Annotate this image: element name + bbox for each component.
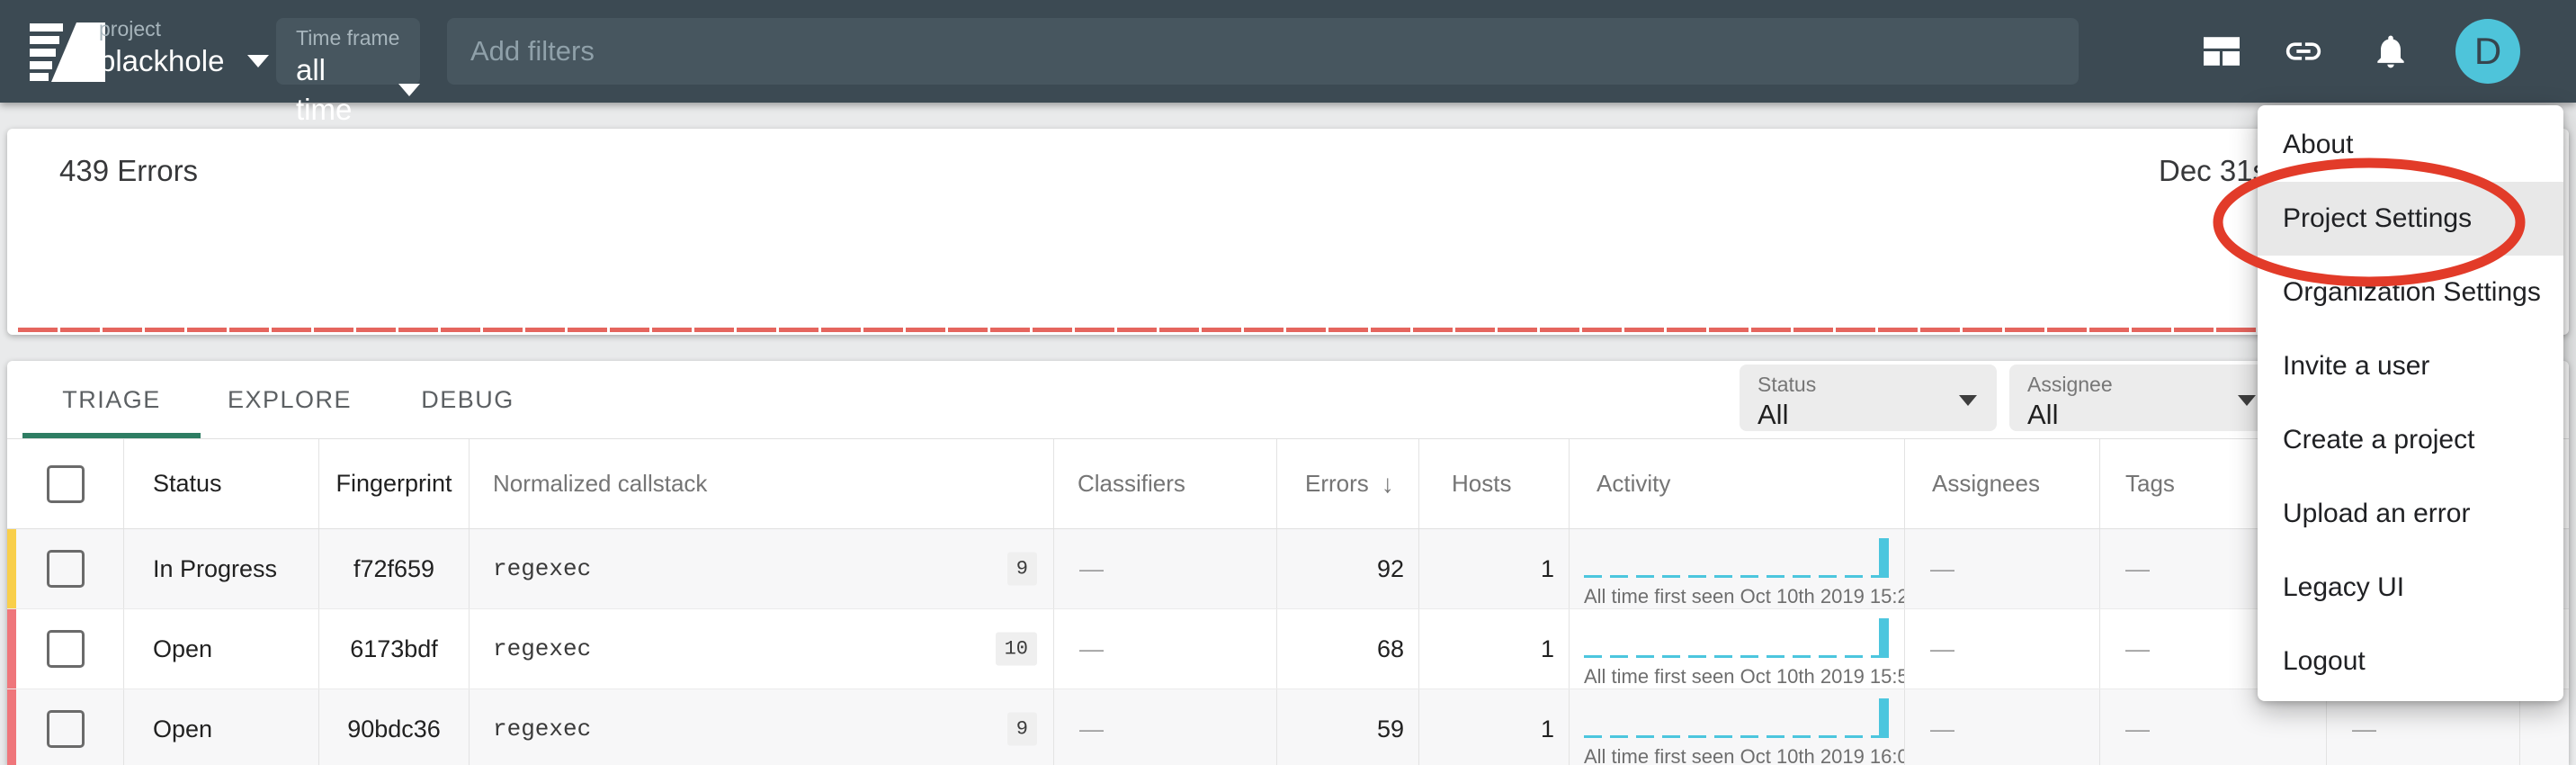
first-seen-caption: All time first seen Oct 10th 2019 16:08	[1584, 745, 1904, 765]
callstack-cell[interactable]: regexec 9	[469, 689, 1053, 765]
activity-spike-bar	[1879, 618, 1889, 658]
chevron-down-icon	[1959, 395, 1977, 406]
classifiers-cell: —	[1053, 609, 1276, 688]
col-header-fingerprint[interactable]: Fingerprint	[318, 439, 469, 528]
assignees-cell: —	[1904, 609, 2099, 688]
status-cell: Open	[123, 609, 318, 688]
status-cell: Open	[123, 689, 318, 765]
activity-sparkline	[1584, 735, 1881, 738]
row-checkbox[interactable]	[47, 550, 85, 588]
chevron-down-icon	[398, 84, 420, 96]
activity-spike-bar	[1879, 698, 1889, 738]
tab-explore[interactable]: EXPLORE	[201, 361, 379, 438]
col-header-errors[interactable]: Errors ↓	[1276, 439, 1418, 528]
col-header-status[interactable]: Status	[123, 439, 318, 528]
backtrace-logo-icon	[30, 22, 105, 82]
menu-item-organization-settings[interactable]: Organization Settings	[2258, 256, 2563, 329]
tab-triage[interactable]: TRIAGE	[22, 361, 201, 438]
callstack-cell[interactable]: regexec 9	[469, 529, 1053, 608]
fingerprint-cell[interactable]: f72f659	[318, 529, 469, 608]
user-avatar[interactable]: D	[2455, 19, 2520, 84]
menu-item-upload-an-error[interactable]: Upload an error	[2258, 477, 2563, 551]
errors-count: 439 Errors	[59, 154, 198, 188]
chevron-down-icon	[247, 55, 269, 68]
callstack-cell[interactable]: regexec 10	[469, 609, 1053, 688]
link-icon[interactable]	[2283, 31, 2324, 72]
project-selector[interactable]: project blackhole	[99, 16, 269, 81]
fingerprint-cell[interactable]: 6173bdf	[318, 609, 469, 688]
row-checkbox[interactable]	[47, 710, 85, 748]
col-header-assignees[interactable]: Assignees	[1904, 439, 2099, 528]
add-filters-placeholder: Add filters	[470, 35, 595, 68]
status-filter-label: Status	[1758, 372, 1997, 397]
avatar-initial: D	[2474, 30, 2501, 73]
sort-desc-icon: ↓	[1382, 470, 1394, 499]
menu-item-invite-a-user[interactable]: Invite a user	[2258, 329, 2563, 403]
assignee-filter-label: Assignee	[2027, 372, 2276, 397]
select-all-cell	[7, 439, 123, 528]
status-cell: In Progress	[123, 529, 318, 608]
timeframe-selector[interactable]: Time frame all time	[276, 18, 420, 85]
menu-item-about[interactable]: About	[2258, 108, 2563, 182]
errors-cell: 68	[1276, 609, 1418, 688]
row-checkbox[interactable]	[47, 630, 85, 668]
frame-count-badge: 9	[1007, 553, 1037, 586]
assignee-filter-dropdown[interactable]: Assignee All	[2009, 364, 2276, 431]
col-header-activity[interactable]: Activity	[1569, 439, 1904, 528]
menu-item-logout[interactable]: Logout	[2258, 625, 2563, 698]
hosts-cell: 1	[1418, 689, 1569, 765]
assignees-cell: —	[1904, 689, 2099, 765]
select-all-checkbox[interactable]	[47, 465, 85, 503]
activity-sparkline	[1584, 575, 1881, 578]
errors-summary-card: 439 Errors Dec 31st	[7, 129, 2569, 335]
timeframe-label: Time frame	[296, 25, 420, 50]
first-seen-caption: All time first seen Oct 10th 2019 15:22	[1584, 585, 1904, 608]
timeframe-value: all time	[296, 50, 375, 130]
activity-cell: All time first seen Oct 10th 2019 16:08	[1569, 689, 1904, 765]
table-row[interactable]: Open 90bdc36 regexec 9 — 59 1 All time f…	[7, 689, 2569, 765]
frame-count-badge: 9	[1007, 713, 1037, 746]
dashboard-icon[interactable]	[2204, 37, 2240, 66]
notifications-icon[interactable]	[2371, 32, 2411, 71]
status-color-strip	[7, 609, 16, 688]
col-header-classifiers[interactable]: Classifiers	[1053, 439, 1276, 528]
menu-item-legacy-ui[interactable]: Legacy UI	[2258, 551, 2563, 625]
activity-cell: All time first seen Oct 10th 2019 15:55	[1569, 609, 1904, 688]
add-filters-input[interactable]: Add filters	[447, 18, 2079, 85]
classifiers-cell: —	[1053, 529, 1276, 608]
table-row[interactable]: In Progress f72f659 regexec 9 — 92 1 All…	[7, 529, 2569, 609]
table-header-row: Status Fingerprint Normalized callstack …	[7, 439, 2569, 529]
status-color-strip	[7, 529, 16, 608]
classifiers-cell: —	[1053, 689, 1276, 765]
activity-spike-bar	[1879, 538, 1889, 578]
col-header-hosts[interactable]: Hosts	[1418, 439, 1569, 528]
tab-debug[interactable]: DEBUG	[379, 361, 557, 438]
hosts-cell: 1	[1418, 529, 1569, 608]
tab-bar: TRIAGE EXPLORE DEBUG Status All Assignee…	[7, 361, 2569, 439]
assignees-cell: —	[1904, 529, 2099, 608]
project-value: blackhole	[99, 41, 224, 81]
project-label: project	[99, 16, 269, 41]
triage-card: TRIAGE EXPLORE DEBUG Status All Assignee…	[7, 361, 2569, 765]
fingerprint-cell[interactable]: 90bdc36	[318, 689, 469, 765]
activity-cell: All time first seen Oct 10th 2019 15:22	[1569, 529, 1904, 608]
status-filter-dropdown[interactable]: Status All	[1740, 364, 1997, 431]
chevron-down-icon	[2238, 395, 2256, 406]
activity-sparkline	[1584, 655, 1881, 658]
status-color-strip	[7, 689, 16, 765]
errors-histogram[interactable]	[18, 328, 2558, 332]
frame-count-badge: 10	[996, 633, 1037, 666]
table-row[interactable]: Open 6173bdf regexec 10 — 68 1 All time …	[7, 609, 2569, 689]
errors-cell: 92	[1276, 529, 1418, 608]
col-header-callstack[interactable]: Normalized callstack	[469, 439, 1053, 528]
hosts-cell: 1	[1418, 609, 1569, 688]
menu-item-project-settings[interactable]: Project Settings	[2258, 182, 2563, 256]
first-seen-caption: All time first seen Oct 10th 2019 15:55	[1584, 665, 1904, 688]
errors-cell: 59	[1276, 689, 1418, 765]
top-bar: project blackhole Time frame all time Ad…	[0, 0, 2576, 103]
account-dropdown-menu: About Project Settings Organization Sett…	[2258, 105, 2563, 701]
app-root: project blackhole Time frame all time Ad…	[0, 0, 2576, 765]
menu-item-create-a-project[interactable]: Create a project	[2258, 403, 2563, 477]
